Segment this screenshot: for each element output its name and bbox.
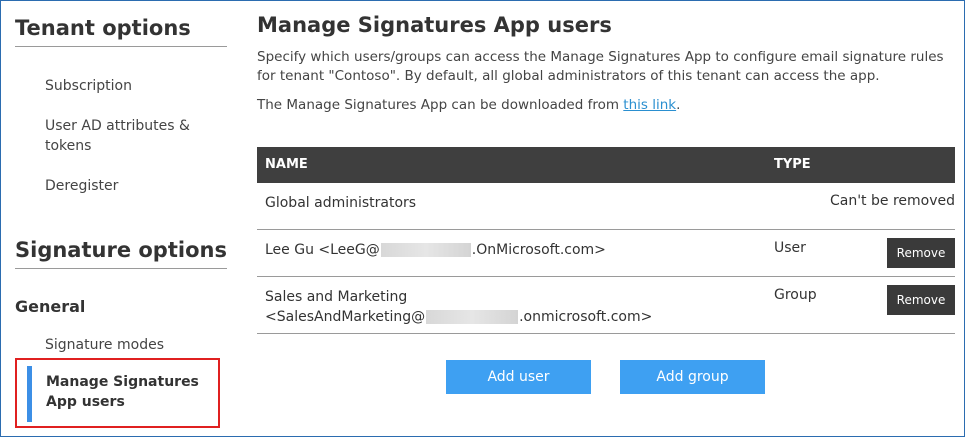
cant-remove-note: Can't be removed — [829, 193, 955, 209]
signature-options-heading: Signature options — [15, 238, 227, 269]
name-suffix: .onmicrosoft.com> — [519, 309, 653, 325]
name-prefix: <SalesAndMarketing@ — [265, 309, 426, 325]
sidebar-item-manage-signatures-app-users[interactable]: Manage Signatures App users — [27, 366, 213, 422]
redacted-domain — [380, 243, 471, 257]
sidebar-item-deregister[interactable]: Deregister — [45, 176, 215, 196]
download-prefix: The Manage Signatures App can be downloa… — [257, 97, 624, 113]
table-header: NAME TYPE — [257, 147, 955, 183]
row-name: Global administrators — [265, 195, 417, 211]
name-line1: Sales and Marketing — [265, 289, 408, 305]
sidebar-item-user-ad-attributes[interactable]: User AD attributes & tokens — [45, 116, 215, 156]
row-name: Lee Gu <LeeG@ .OnMicrosoft.com> — [265, 240, 606, 260]
tenant-options-heading: Tenant options — [15, 16, 227, 47]
row-type: Group — [774, 287, 817, 303]
sidebar-item-subscription[interactable]: Subscription — [45, 76, 215, 96]
table-row: Sales and Marketing <SalesAndMarketing@ .o… — [257, 277, 955, 334]
table-row: Lee Gu <LeeG@ .OnMicrosoft.com> User Remo… — [257, 230, 955, 277]
highlight-box: Manage Signatures App users — [15, 358, 220, 428]
redacted-domain — [426, 310, 519, 324]
download-link[interactable]: this link — [623, 97, 676, 113]
column-header-type: TYPE — [774, 157, 811, 172]
column-header-name: NAME — [265, 157, 308, 172]
add-group-button[interactable]: Add group — [620, 360, 765, 394]
page-title: Manage Signatures App users — [257, 13, 612, 37]
table-row: Global administrators Can't be removed — [257, 183, 955, 230]
name-suffix: .OnMicrosoft.com> — [471, 242, 606, 258]
users-table: NAME TYPE Global administrators Can't be… — [257, 147, 955, 334]
sidebar-group-general: General — [15, 297, 86, 316]
download-suffix: . — [676, 97, 681, 113]
remove-button[interactable]: Remove — [887, 285, 955, 315]
remove-button[interactable]: Remove — [887, 238, 955, 268]
sidebar-item-signature-modes[interactable]: Signature modes — [45, 335, 215, 355]
row-name: Sales and Marketing <SalesAndMarketing@ .o… — [265, 287, 652, 327]
name-prefix: Lee Gu <LeeG@ — [265, 242, 380, 258]
add-user-button[interactable]: Add user — [446, 360, 591, 394]
download-text: The Manage Signatures App can be downloa… — [257, 97, 680, 113]
row-type: User — [774, 240, 806, 256]
page-description: Specify which users/groups can access th… — [257, 49, 944, 84]
